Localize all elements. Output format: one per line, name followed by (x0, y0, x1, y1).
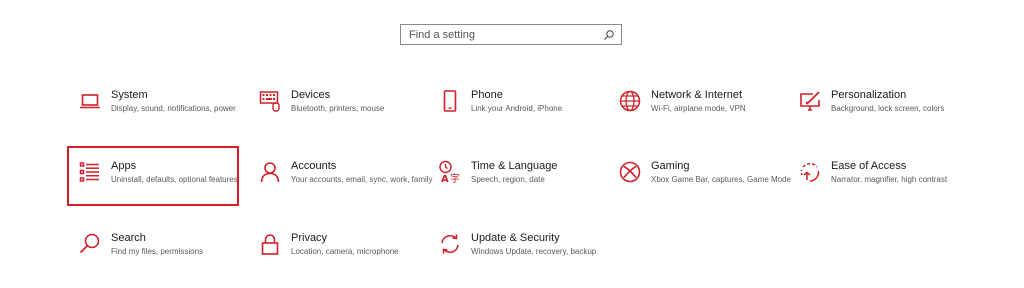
tile-description: Bluetooth, printers, mouse (291, 104, 385, 113)
tile-phone[interactable]: Phone Link your Android, iPhone (438, 89, 608, 145)
keyboard-icon (258, 89, 282, 113)
person-icon (258, 160, 282, 184)
tile-title: Update & Security (471, 232, 560, 244)
tile-network[interactable]: Network & Internet Wi-Fi, airplane mode,… (618, 89, 788, 145)
highlight-box (67, 146, 239, 206)
tile-description: Xbox Game Bar, captures, Game Mode (651, 175, 792, 184)
tile-title: Ease of Access (831, 160, 907, 172)
laptop-icon (78, 89, 102, 113)
tile-ease-of-access[interactable]: Ease of Access Narrator, magnifier, high… (798, 160, 968, 216)
tile-title: Personalization (831, 89, 907, 101)
search-icon[interactable] (603, 29, 615, 41)
tile-time-language[interactable]: A字 Time & Language Speech, region, date (438, 160, 608, 216)
tile-title: Search (111, 232, 146, 244)
language-icon: A字 (438, 160, 462, 184)
tile-title: Network & Internet (651, 89, 743, 101)
tile-description: Link your Android, iPhone (471, 104, 563, 113)
magnifier-icon (78, 232, 102, 256)
tile-description: Find my files, permissions (111, 247, 204, 256)
tile-privacy[interactable]: Privacy Location, camera, microphone (258, 232, 428, 288)
tile-title: Phone (471, 89, 503, 101)
tile-description: Display, sound, notifications, power (111, 104, 236, 113)
tile-search[interactable]: Search Find my files, permissions (78, 232, 248, 288)
tile-description: Location, camera, microphone (291, 247, 399, 256)
tile-description: Your accounts, email, sync, work, family (291, 175, 433, 184)
tile-accounts[interactable]: Accounts Your accounts, email, sync, wor… (258, 160, 433, 216)
tile-gaming[interactable]: Gaming Xbox Game Bar, captures, Game Mod… (618, 160, 791, 216)
search-input[interactable] (409, 26, 603, 43)
paint-icon (798, 89, 822, 113)
tile-system[interactable]: System Display, sound, notifications, po… (78, 89, 248, 145)
svg-text:A: A (441, 174, 449, 184)
tile-description: Speech, region, date (471, 175, 545, 184)
tile-title: Privacy (291, 232, 328, 244)
xbox-icon (618, 160, 642, 184)
tile-title: Devices (291, 89, 331, 101)
tile-update-security[interactable]: Update & Security Windows Update, recove… (438, 232, 608, 288)
tile-description: Wi-Fi, airplane mode, VPN (651, 104, 746, 113)
search-box[interactable] (400, 24, 622, 45)
sync-icon (438, 232, 462, 256)
ease-of-access-icon (798, 160, 822, 184)
tile-title: System (111, 89, 148, 101)
tile-devices[interactable]: Devices Bluetooth, printers, mouse (258, 89, 428, 145)
globe-icon (618, 89, 642, 113)
tile-description: Background, lock screen, colors (831, 104, 945, 113)
tile-description: Windows Update, recovery, backup (471, 247, 597, 256)
tile-title: Time & Language (471, 160, 558, 172)
phone-icon (438, 89, 462, 113)
tile-description: Narrator, magnifier, high contrast (831, 175, 948, 184)
tile-personalization[interactable]: Personalization Background, lock screen,… (798, 89, 968, 145)
svg-text:字: 字 (450, 172, 460, 184)
lock-icon (258, 232, 282, 256)
tile-title: Accounts (291, 160, 337, 172)
tile-title: Gaming (651, 160, 690, 172)
